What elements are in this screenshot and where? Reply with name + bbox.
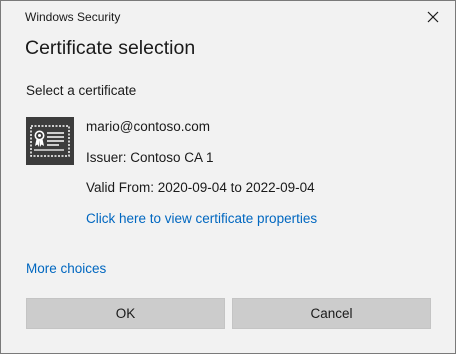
cancel-button[interactable]: Cancel (232, 298, 431, 329)
certificate-issuer: Issuer: Contoso CA 1 (86, 150, 214, 165)
view-certificate-properties-link[interactable]: Click here to view certificate propertie… (86, 211, 317, 226)
certificate-icon (26, 117, 74, 165)
close-icon (427, 11, 439, 23)
more-choices-link[interactable]: More choices (26, 261, 106, 276)
title-bar: Windows Security (1, 1, 455, 33)
select-certificate-prompt: Select a certificate (26, 83, 137, 98)
window-title: Windows Security (25, 10, 121, 24)
certificate-selection-dialog: Windows Security Certificate selection S… (0, 0, 456, 354)
certificate-subject: mario@contoso.com (86, 119, 210, 134)
ok-button[interactable]: OK (26, 298, 225, 329)
close-button[interactable] (423, 7, 443, 27)
certificate-validity: Valid From: 2020-09-04 to 2022-09-04 (86, 180, 315, 195)
dialog-heading: Certificate selection (25, 37, 196, 59)
